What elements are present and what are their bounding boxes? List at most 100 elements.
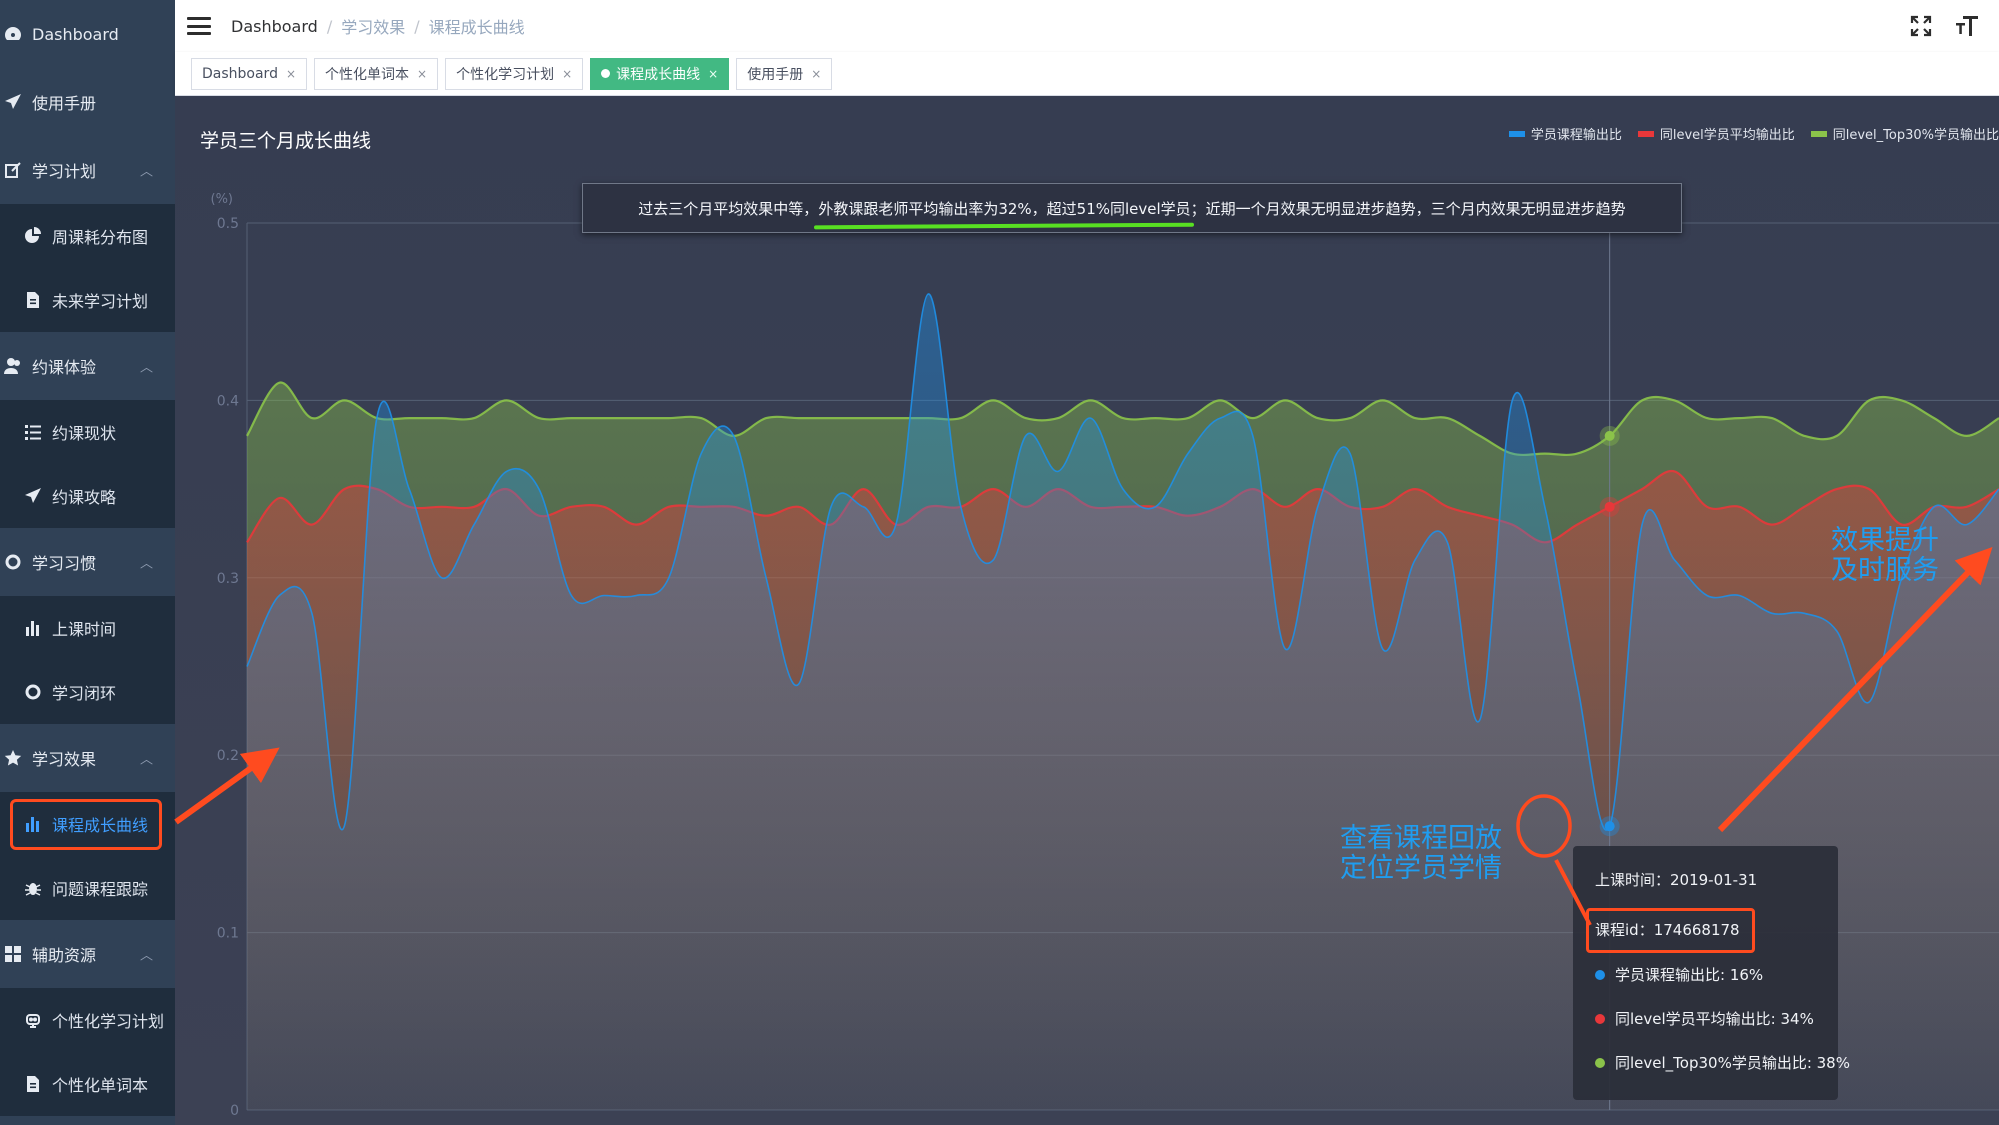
series-dot-icon: [1595, 969, 1605, 980]
sidebar-item-16[interactable]: 个性化单词本: [0, 1052, 175, 1116]
sidebar-item-label: 问题课程跟踪: [52, 880, 149, 899]
sidebar-item-1[interactable]: 使用手册: [0, 68, 175, 136]
sidebar-item-label: 周课耗分布图: [52, 228, 149, 247]
sidebar-item-12[interactable]: 课程成长曲线: [0, 792, 175, 856]
y-tick-label: 0.2: [217, 748, 239, 764]
cycle-icon: [22, 682, 44, 702]
chevron-up-icon: ︿: [139, 556, 153, 572]
sidebar-item-14[interactable]: 辅助资源 ︿: [0, 920, 175, 988]
summary-prefix: 过去三个月平均效果中等，: [638, 199, 819, 218]
legend-item-1[interactable]: 同level学员平均输出比: [1637, 124, 1795, 143]
close-icon[interactable]: ×: [417, 67, 427, 81]
annotation-line: 及时服务: [1831, 555, 1939, 586]
annotation-line: 查看课程回放: [1340, 823, 1502, 854]
sidebar-item-6[interactable]: 约课现状: [0, 400, 175, 464]
legend-swatch-icon: [1508, 130, 1525, 137]
user-icon: [2, 356, 24, 376]
y-axis-unit: (%): [211, 192, 234, 207]
legend-swatch-icon: [1810, 130, 1827, 137]
close-icon[interactable]: ×: [562, 67, 572, 81]
dashboard-icon: [2, 24, 24, 44]
sidebar-item-label: 辅助资源: [32, 946, 97, 965]
legend-swatch-icon: [1637, 130, 1654, 137]
tooltip-course-id[interactable]: 课程id：174668178: [1595, 919, 1740, 940]
sidebar-item-8[interactable]: 学习习惯 ︿: [0, 528, 175, 596]
font-size-icon[interactable]: [1953, 12, 1981, 40]
tag-2[interactable]: 个性化学习计划 ×: [445, 57, 584, 90]
tag-label: 个性化单词本: [325, 66, 410, 83]
sidebar-item-label: 学习习惯: [32, 554, 97, 573]
sidebar: Dashboard 使用手册学习计划 ︿ 周课耗分布图 未来学习计划约课体验 ︿ 约课现状约…: [0, 0, 175, 1125]
pie-chart-icon: [22, 226, 44, 246]
grid-icon: [2, 944, 24, 964]
sidebar-item-label: 学习计划: [32, 162, 97, 181]
main-content: 0 0.1 0.2 0.3 0.4 0.5 (%) 学员三个月成长曲线 学员课程输出比 同le…: [175, 96, 1999, 1125]
sidebar-item-13[interactable]: 问题课程跟踪: [0, 856, 175, 920]
tag-3[interactable]: 课程成长曲线 ×: [590, 57, 730, 90]
legend-label: 同level学员平均输出比: [1659, 128, 1795, 143]
sidebar-item-9[interactable]: 上课时间: [0, 596, 175, 660]
sidebar-item-label: 约课攻略: [52, 488, 117, 507]
legend-item-2[interactable]: 同level_Top30%学员输出比: [1810, 124, 1999, 143]
sidebar-item-15[interactable]: 个性化学习计划: [0, 988, 175, 1052]
legend-item-0[interactable]: 学员课程输出比: [1508, 124, 1622, 143]
sidebar-item-label: Dashboard: [32, 24, 119, 44]
sidebar-item-0[interactable]: Dashboard: [0, 0, 175, 68]
legend-label: 同level_Top30%学员输出比: [1832, 128, 1999, 143]
chart-legend: 学员课程输出比 同level学员平均输出比 同level_Top30%学员输出比: [1493, 124, 1999, 143]
cycle-icon: [2, 552, 24, 572]
summary-banner: 过去三个月平均效果中等， 外教课跟老师平均输出率为32%，超过51%同level…: [582, 183, 1682, 233]
hamburger-menu-icon[interactable]: [187, 17, 211, 35]
list-icon: [22, 422, 44, 442]
y-tick-label: 0.1: [217, 926, 239, 942]
active-item-highlight-box: [10, 799, 162, 850]
annotation-replay: 查看课程回放 定位学员学情: [1340, 824, 1502, 884]
sidebar-item-11[interactable]: 学习效果 ︿: [0, 724, 175, 792]
sidebar-item-label: 未来学习计划: [52, 292, 149, 311]
summary-highlight: 外教课跟老师平均输出率为32%，超过51%同level学员: [818, 199, 1191, 218]
legend-label: 学员课程输出比: [1530, 128, 1622, 143]
tooltip-row-average: 同level学员平均输出比: 34%: [1595, 1008, 1814, 1029]
close-icon[interactable]: ×: [708, 67, 718, 81]
sidebar-item-7[interactable]: 约课攻略: [0, 464, 175, 528]
hover-marker: [1604, 430, 1615, 441]
document-icon: [22, 290, 44, 310]
y-tick-label: 0.5: [217, 216, 239, 232]
chevron-up-icon: ︿: [139, 164, 153, 180]
sidebar-item-label: 学习效果: [32, 750, 97, 769]
sidebar-item-label: 个性化单词本: [52, 1076, 149, 1095]
chevron-up-icon: ︿: [139, 752, 153, 768]
sidebar-item-label: 学习闭环: [52, 684, 117, 703]
fullscreen-icon[interactable]: [1907, 12, 1935, 40]
sidebar-item-5[interactable]: 约课体验 ︿: [0, 332, 175, 400]
chart-tooltip: 上课时间：2019-01-31 课程id：174668178 学员课程输出比: …: [1573, 846, 1850, 1100]
bug-icon: [22, 878, 44, 898]
breadcrumb-separator: /: [414, 16, 420, 36]
sidebar-item-3[interactable]: 周课耗分布图: [0, 204, 175, 268]
y-tick-label: 0.4: [217, 393, 239, 409]
annotation-line: 效果提升: [1831, 525, 1939, 556]
close-icon[interactable]: ×: [811, 67, 821, 81]
tag-1[interactable]: 个性化单词本 ×: [314, 57, 439, 90]
sidebar-item-4[interactable]: 未来学习计划: [0, 268, 175, 332]
chart-title: 学员三个月成长曲线: [200, 130, 372, 152]
breadcrumb-home[interactable]: Dashboard: [231, 17, 318, 36]
edit-icon: [2, 160, 24, 180]
tag-label: 课程成长曲线: [616, 66, 701, 83]
y-tick-label: 0.3: [217, 571, 239, 587]
chevron-up-icon: ︿: [139, 948, 153, 964]
breadcrumb-section[interactable]: 学习效果: [341, 14, 405, 38]
bar-chart-icon: [22, 618, 44, 638]
tooltip-row-top30: 同level_Top30%学员输出比: 38%: [1595, 1052, 1850, 1073]
tag-0[interactable]: Dashboard ×: [191, 57, 308, 90]
close-icon[interactable]: ×: [286, 67, 296, 81]
sidebar-item-label: 上课时间: [52, 620, 117, 639]
sidebar-item-10[interactable]: 学习闭环: [0, 660, 175, 724]
tag-4[interactable]: 使用手册 ×: [736, 57, 833, 90]
tooltip-row-label: 学员课程输出比: 16%: [1615, 966, 1764, 984]
tags-view: Dashboard × 个性化单词本 × 个性化学习计划 × 课程成长曲线 × 使用手册 ×: [175, 52, 1999, 96]
tag-label: Dashboard: [202, 65, 278, 82]
hover-marker: [1604, 501, 1615, 512]
hover-marker: [1604, 821, 1615, 832]
sidebar-item-2[interactable]: 学习计划 ︿: [0, 136, 175, 204]
